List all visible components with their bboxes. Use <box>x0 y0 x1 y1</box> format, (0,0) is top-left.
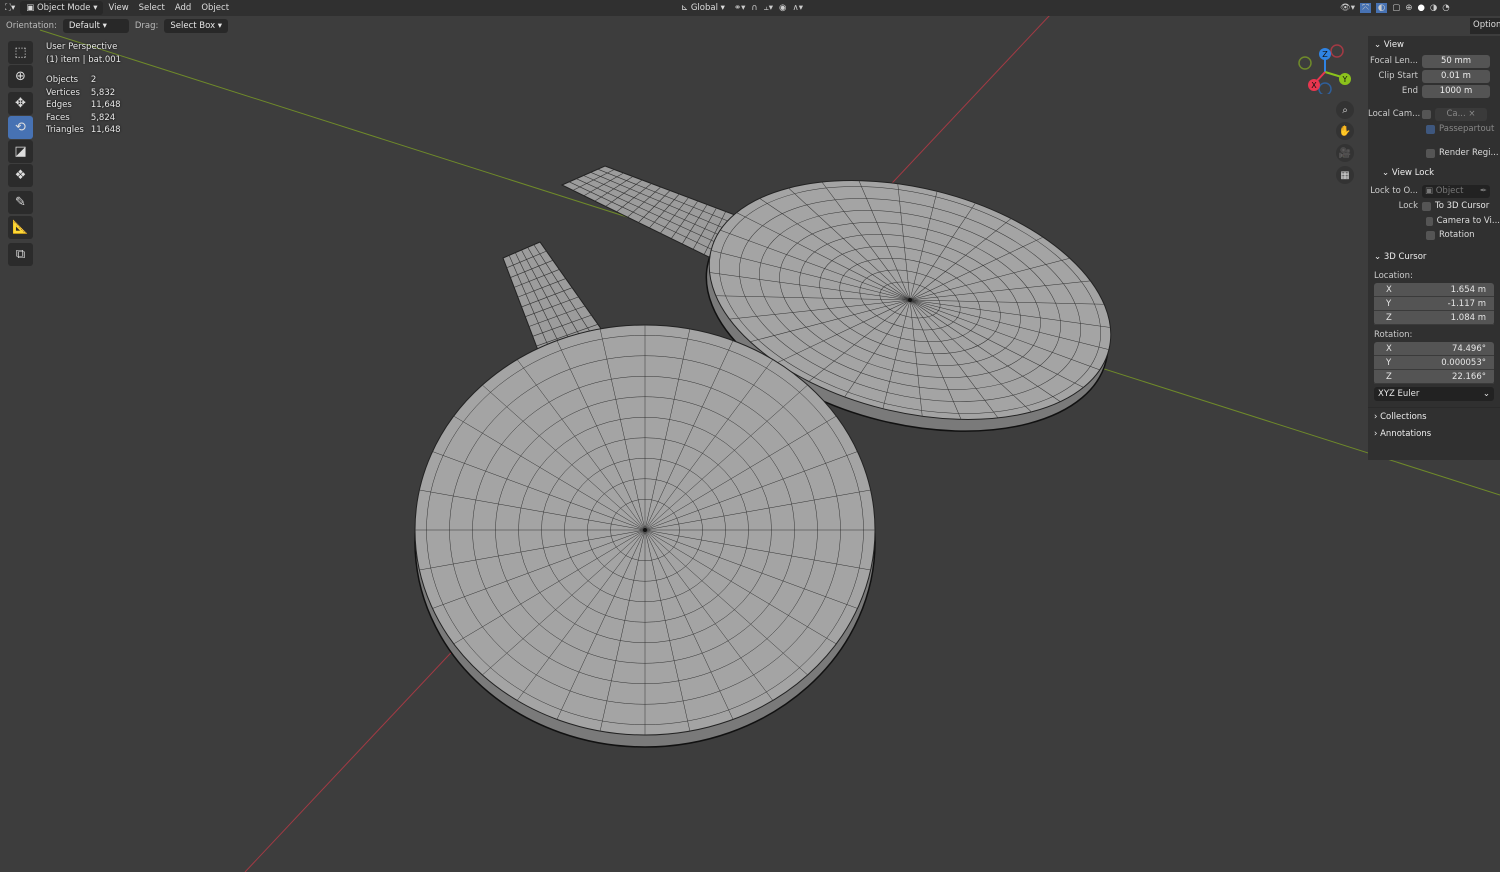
select-box-tool[interactable]: ⬚ <box>8 41 33 64</box>
cursor-rotation-x[interactable]: X 74.496° <box>1374 342 1494 356</box>
view-name: User Perspective <box>46 42 118 52</box>
render-region-checkbox[interactable] <box>1426 148 1435 158</box>
cursor-location-x[interactable]: X 1.654 m <box>1374 283 1494 297</box>
scale-tool[interactable]: ◪ <box>8 140 33 163</box>
move-icon: ✥ <box>15 96 26 111</box>
svg-text:Z: Z <box>1322 50 1328 59</box>
snap-target-icon[interactable]: ⫠▾ <box>764 3 773 13</box>
ruler-icon: 📐 <box>12 220 29 235</box>
camera-view-icon[interactable]: 🎥 <box>1336 144 1354 162</box>
cursor-rotation-y[interactable]: Y 0.000053° <box>1374 356 1494 370</box>
material-shading-icon[interactable]: ◑ <box>1430 3 1437 13</box>
focal-length-field[interactable]: 50 mm <box>1422 54 1490 68</box>
sidebar-view-panel: ⌄ View Focal Len... 50 mm Clip Start 0.01 … <box>1368 36 1500 460</box>
cursor-icon: ⊕ <box>15 69 26 84</box>
tool-settings-bar: Orientation: Default ▾ Drag: Select Box … <box>0 17 1368 35</box>
transform-icon: ❖ <box>14 168 27 183</box>
wireframe-shading-icon[interactable]: ⊕ <box>1405 3 1412 13</box>
rotate-icon: ⟲ <box>15 120 26 135</box>
annotations-section-header[interactable]: › Annotations <box>1368 425 1500 443</box>
menu-select[interactable]: Select <box>134 2 170 14</box>
measure-tool[interactable]: 📐 <box>8 216 33 239</box>
menu-view[interactable]: View <box>103 2 133 14</box>
drag-dropdown[interactable]: Select Box ▾ <box>164 19 229 33</box>
falloff-icon[interactable]: ∧▾ <box>792 3 803 13</box>
perspective-grid-icon[interactable]: ▦ <box>1336 166 1354 184</box>
lock-to-cursor-checkbox[interactable] <box>1422 201 1431 211</box>
snap-icon[interactable]: ∩ <box>751 3 757 13</box>
rotate-tool[interactable]: ⟲ <box>8 116 33 139</box>
camera-to-view-checkbox[interactable] <box>1426 216 1433 226</box>
svg-text:Y: Y <box>1342 75 1348 84</box>
select-box-icon: ⬚ <box>14 45 27 60</box>
eyedropper-icon[interactable]: ✒ <box>1480 186 1490 196</box>
selection-info: (1) item | bat.001 <box>46 54 122 65</box>
viewport-stats-overlay: User Perspective (1) item | bat.001 Obje… <box>46 41 128 137</box>
xray-icon[interactable]: ▢ <box>1392 3 1400 13</box>
proportional-edit-icon[interactable]: ◉ <box>779 3 786 13</box>
svg-text:X: X <box>1311 81 1317 90</box>
cursor-rotation-z[interactable]: Z 22.166° <box>1374 370 1494 384</box>
axes-icon: ⊾ <box>681 3 691 13</box>
stat-row: Edges 11,648 <box>46 100 121 110</box>
collections-section-header[interactable]: › Collections <box>1368 407 1500 425</box>
object-mode-icon: ▣ <box>26 3 37 13</box>
lock-to-object-field[interactable]: ▣ Object ✒ <box>1422 184 1490 198</box>
pivot-icon[interactable]: ⚭▾ <box>734 3 745 13</box>
menu-object[interactable]: Object <box>196 2 234 14</box>
pencil-icon: ✎ <box>15 195 26 210</box>
local-camera-checkbox[interactable] <box>1422 109 1431 119</box>
view-section-header[interactable]: ⌄ View <box>1368 36 1500 54</box>
visibility-icon[interactable]: 👁▾ <box>1340 3 1355 13</box>
transform-orientation-dropdown[interactable]: ⊾ Global ▾ <box>676 2 730 14</box>
clip-end-field[interactable]: 1000 m <box>1422 84 1490 98</box>
solid-shading-icon[interactable]: ● <box>1417 3 1424 13</box>
3d-cursor-section-header[interactable]: ⌄ 3D Cursor <box>1368 248 1500 266</box>
stat-row: Objects 2 <box>46 75 97 85</box>
view-lock-section-header[interactable]: ⌄ View Lock <box>1368 164 1500 182</box>
cursor-location-y[interactable]: Y -1.117 m <box>1374 297 1494 311</box>
clip-start-field[interactable]: 0.01 m <box>1422 69 1490 83</box>
mode-dropdown[interactable]: ▣ Object Mode ▾ <box>20 1 104 15</box>
rendered-shading-icon[interactable]: ◔ <box>1442 3 1449 13</box>
move-tool[interactable]: ✥ <box>8 92 33 115</box>
transform-tool[interactable]: ❖ <box>8 164 33 187</box>
zoom-icon[interactable]: ⌕ <box>1336 101 1354 119</box>
lock-rotation-checkbox[interactable] <box>1426 230 1435 240</box>
add-cube-icon: ⧉ <box>15 247 26 262</box>
add-cube-tool[interactable]: ⧉ <box>8 243 33 266</box>
rotation-mode-dropdown[interactable]: XYZ Euler ⌄ <box>1374 387 1494 401</box>
gizmo-toggle-icon[interactable]: ⤧ <box>1360 3 1371 13</box>
orientation-dropdown[interactable]: Default ▾ <box>62 19 129 33</box>
stat-row: Triangles 11,648 <box>46 125 121 135</box>
stat-row: Faces 5,824 <box>46 112 116 123</box>
pan-hand-icon[interactable]: ✋ <box>1336 122 1354 140</box>
annotate-tool[interactable]: ✎ <box>8 191 33 214</box>
cursor-location-z[interactable]: Z 1.084 m <box>1374 311 1494 325</box>
3d-viewport[interactable] <box>0 0 1500 872</box>
cursor-location-fields: X 1.654 m Y -1.117 m Z 1.084 m <box>1374 283 1494 325</box>
editor-type-button[interactable]: ⛶▾ <box>0 2 20 14</box>
header-bar: ⛶▾ ▣ Object Mode ▾ View Select Add Objec… <box>0 0 1500 16</box>
overlay-toggle-icon[interactable]: ◐ <box>1375 3 1388 13</box>
local-camera-field[interactable]: Ca... × <box>1435 107 1487 121</box>
cursor-tool[interactable]: ⊕ <box>8 65 33 88</box>
stat-row: Vertices 5,832 <box>46 87 116 98</box>
navigation-gizmo[interactable]: Z Y X <box>1295 42 1355 94</box>
passepartout-checkbox[interactable] <box>1426 124 1435 134</box>
cursor-rotation-fields: X 74.496° Y 0.000053° Z 22.166° <box>1374 342 1494 384</box>
menu-add[interactable]: Add <box>170 2 196 14</box>
scale-icon: ◪ <box>14 144 27 159</box>
options-button[interactable]: Options <box>1470 18 1500 34</box>
